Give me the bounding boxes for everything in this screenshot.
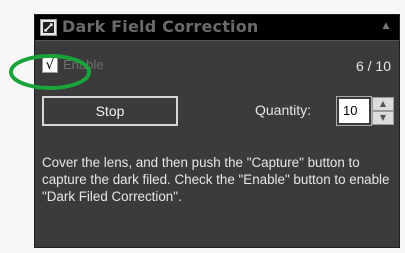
quantity-spinbox: 10 ▲ ▼	[336, 96, 395, 126]
dark-field-correction-icon	[40, 19, 57, 36]
spin-up-icon[interactable]: ▲	[372, 97, 394, 111]
stop-button-label: Stop	[95, 103, 125, 119]
screenshot-background: Dark Field Correction ▲ √ Enable 6 / 10 …	[0, 0, 405, 253]
spin-down-icon[interactable]: ▼	[372, 111, 394, 125]
panel-titlebar[interactable]: Dark Field Correction ▲	[35, 15, 399, 41]
instructions-text: Cover the lens, and then push the "Captu…	[42, 155, 390, 204]
stop-button[interactable]: Stop	[42, 96, 178, 126]
panel-title: Dark Field Correction	[62, 17, 259, 36]
enable-label: Enable	[63, 57, 104, 72]
capture-counter: 6 / 10	[355, 58, 391, 74]
dark-field-correction-panel: Dark Field Correction ▲ √ Enable 6 / 10 …	[34, 14, 400, 248]
quantity-label: Quantity:	[255, 102, 312, 118]
quantity-input[interactable]: 10	[336, 96, 372, 126]
enable-checkbox[interactable]: √	[42, 57, 58, 73]
collapse-icon[interactable]: ▲	[381, 21, 391, 31]
